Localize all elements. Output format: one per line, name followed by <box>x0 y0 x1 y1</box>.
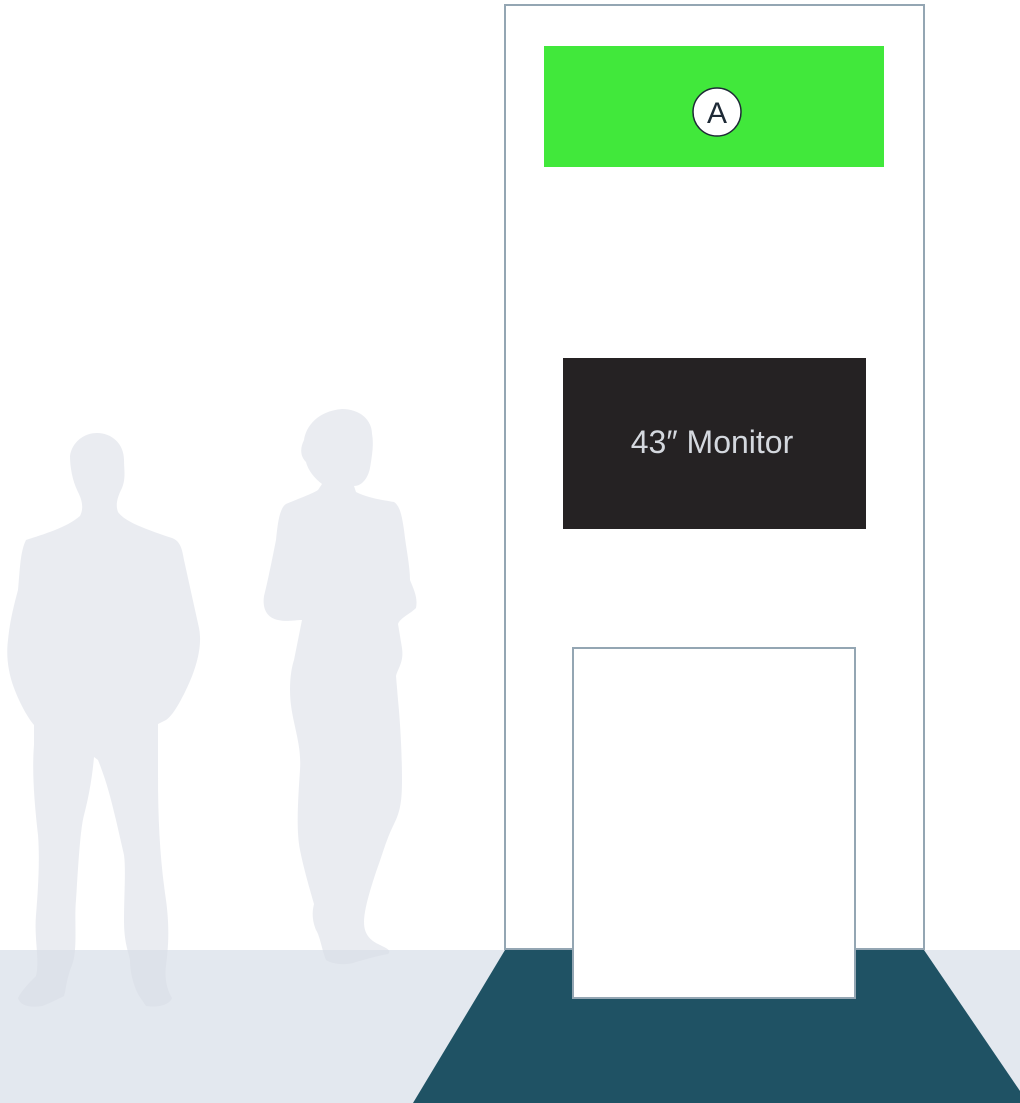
counter <box>572 647 856 999</box>
booth-elevation-diagram: A 43″ Monitor <box>0 0 1020 1103</box>
booth-elevation-drawing: A 43″ Monitor <box>0 4 1020 1103</box>
marker-a-label: A <box>707 97 727 130</box>
woman-silhouette <box>263 409 417 965</box>
people-silhouettes-icon <box>7 409 417 1007</box>
man-silhouette <box>7 433 201 1007</box>
marker-a: A <box>692 87 742 137</box>
monitor-label: 43″ Monitor <box>631 424 794 460</box>
